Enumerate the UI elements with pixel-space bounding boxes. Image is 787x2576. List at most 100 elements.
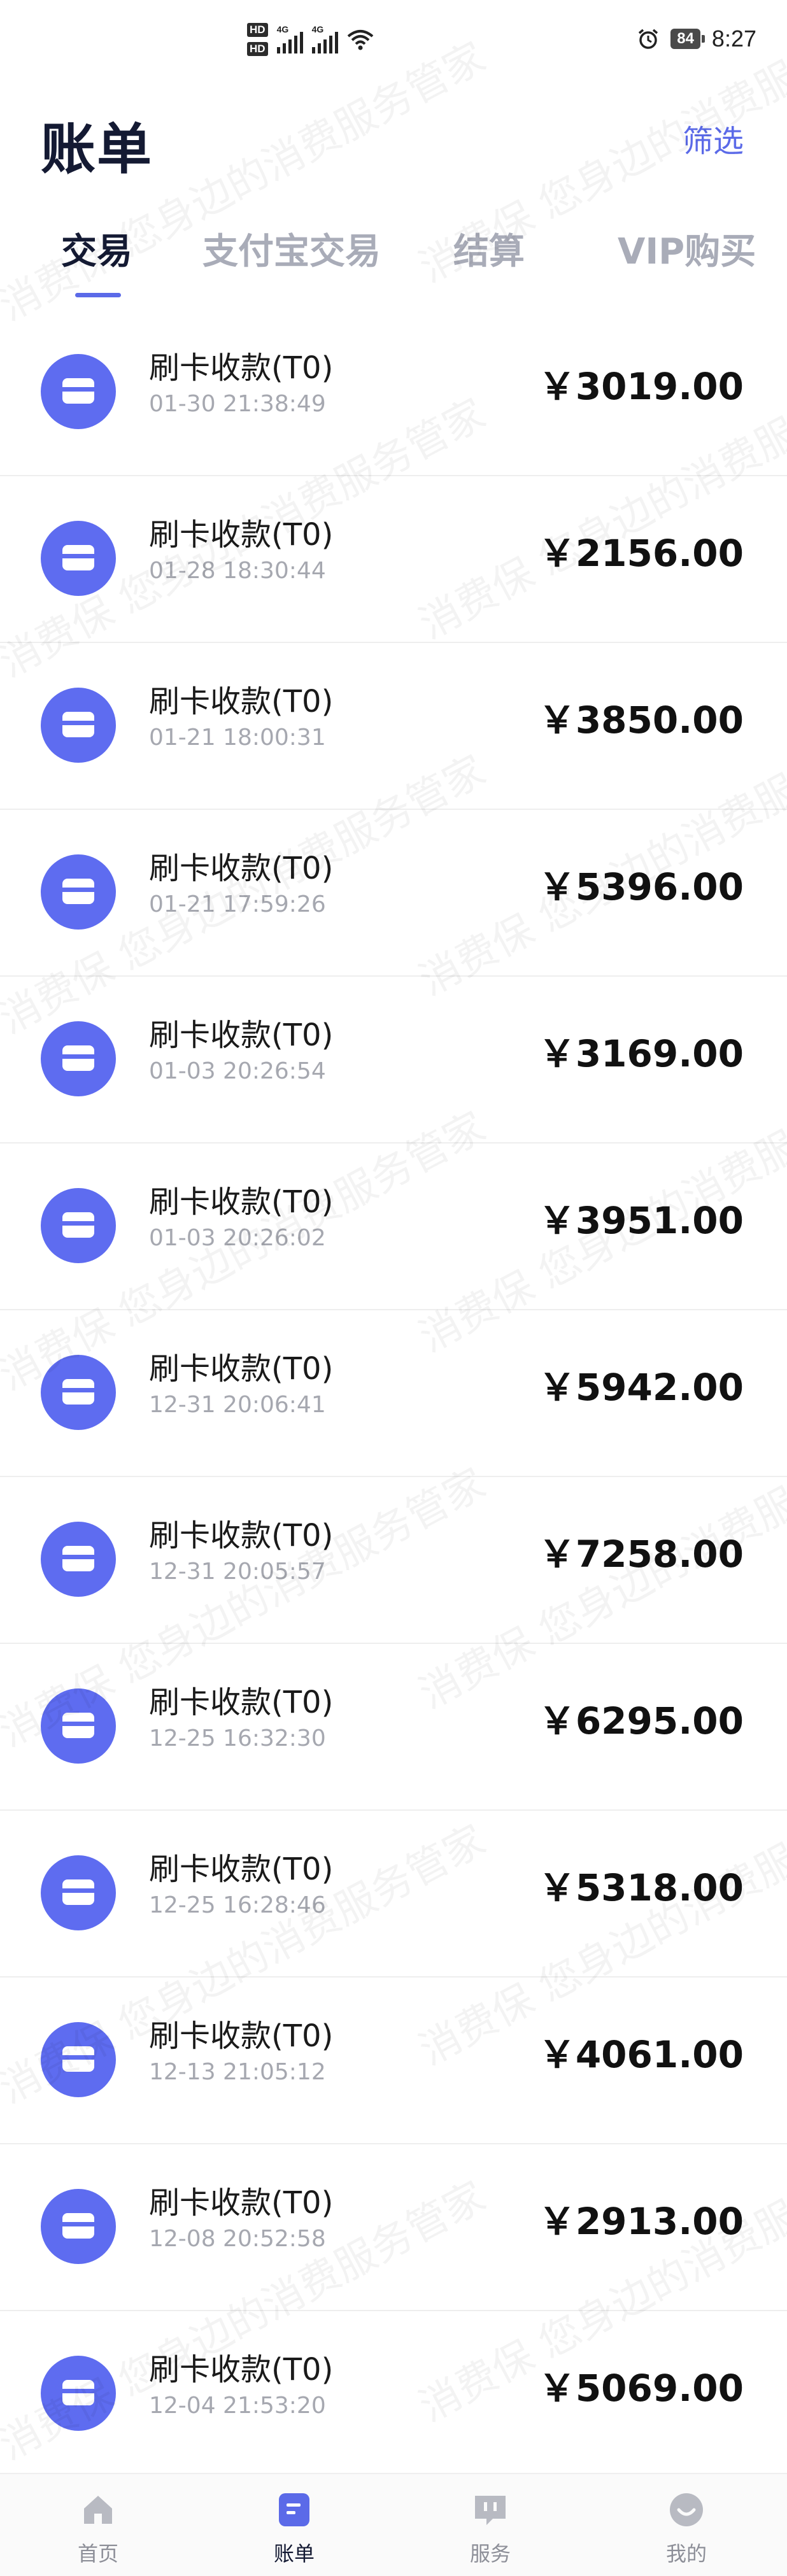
card-payment-icon	[41, 854, 116, 930]
nav-service[interactable]: 服务	[439, 2491, 541, 2567]
nav-profile[interactable]: 我的	[635, 2491, 737, 2567]
transaction-title: 刷卡收款(T0)	[149, 2352, 334, 2388]
transaction-time: 01-03 20:26:02	[149, 1225, 326, 1251]
tab-bar: 交易 支付宝交易 结算 VIP购买	[0, 223, 787, 299]
bottom-nav: 首页 账单 服务 我的	[0, 2473, 787, 2576]
battery-indicator: 84	[670, 29, 705, 49]
card-payment-icon	[41, 1522, 116, 1597]
transaction-amount: ￥5069.00	[538, 2367, 744, 2410]
card-payment-icon	[41, 2189, 116, 2264]
hd-badge: HD	[247, 42, 268, 56]
transaction-amount: ￥2913.00	[538, 2200, 744, 2243]
card-payment-icon	[41, 1855, 116, 1930]
transaction-title: 刷卡收款(T0)	[149, 851, 334, 886]
card-payment-icon	[41, 521, 116, 596]
status-bar: HD HD 4G 4G 84 8:27	[0, 0, 787, 89]
transaction-title: 刷卡收款(T0)	[149, 350, 334, 386]
transaction-row[interactable]: 刷卡收款(T0) 01-28 18:30:44 ￥2156.00	[0, 476, 787, 643]
nav-label: 账单	[273, 2542, 315, 2566]
transaction-title: 刷卡收款(T0)	[149, 1184, 334, 1220]
card-payment-icon	[41, 1188, 116, 1263]
transaction-time: 12-04 21:53:20	[149, 2393, 326, 2419]
hd-badge: HD	[247, 23, 268, 37]
network-indicators: HD HD 4G 4G	[247, 23, 374, 56]
transaction-time: 12-31 20:06:41	[149, 1392, 326, 1418]
network-type-label: 4G	[276, 24, 289, 34]
transaction-title: 刷卡收款(T0)	[149, 517, 334, 553]
transaction-amount: ￥5396.00	[538, 865, 744, 909]
card-payment-icon	[41, 1021, 116, 1096]
transaction-row[interactable]: 刷卡收款(T0) 01-03 20:26:02 ￥3951.00	[0, 1143, 787, 1310]
transaction-row[interactable]: 刷卡收款(T0) 01-30 21:38:49 ￥3019.00	[0, 309, 787, 476]
transaction-amount: ￥6295.00	[538, 1699, 744, 1743]
card-payment-icon	[41, 354, 116, 429]
nav-home[interactable]: 首页	[47, 2491, 149, 2567]
transaction-time: 01-21 17:59:26	[149, 891, 326, 917]
nav-bill[interactable]: 账单	[243, 2491, 345, 2567]
transaction-title: 刷卡收款(T0)	[149, 1351, 334, 1387]
transaction-amount: ￥3850.00	[538, 698, 744, 742]
transaction-row[interactable]: 刷卡收款(T0) 12-31 20:05:57 ￥7258.00	[0, 1477, 787, 1644]
transaction-time: 12-13 21:05:12	[149, 2059, 326, 2085]
transaction-time: 12-08 20:52:58	[149, 2226, 326, 2252]
card-payment-icon	[41, 1355, 116, 1430]
transaction-title: 刷卡收款(T0)	[149, 1685, 334, 1720]
alarm-icon	[639, 29, 658, 49]
home-icon	[84, 2496, 112, 2524]
transaction-amount: ￥5942.00	[538, 1366, 744, 1409]
signal-icon: 4G	[311, 24, 338, 53]
transaction-amount: ￥3169.00	[538, 1032, 744, 1075]
transaction-row[interactable]: 刷卡收款(T0) 01-21 17:59:26 ￥5396.00	[0, 810, 787, 977]
transaction-time: 01-03 20:26:54	[149, 1058, 326, 1084]
clock: 8:27	[711, 25, 756, 52]
transaction-title: 刷卡收款(T0)	[149, 684, 334, 719]
transaction-amount: ￥3019.00	[538, 365, 744, 408]
page-title: 账单	[41, 118, 153, 181]
filter-button[interactable]: 筛选	[683, 116, 744, 160]
transaction-title: 刷卡收款(T0)	[149, 1518, 334, 1553]
transaction-row[interactable]: 刷卡收款(T0) 01-03 20:26:54 ￥3169.00	[0, 977, 787, 1143]
transaction-title: 刷卡收款(T0)	[149, 1851, 334, 1887]
card-payment-icon	[41, 2356, 116, 2431]
transaction-time: 01-28 18:30:44	[149, 558, 326, 584]
active-tab-indicator	[75, 293, 121, 297]
transaction-time: 12-25 16:32:30	[149, 1725, 326, 1752]
tab-alipay-transactions[interactable]: 支付宝交易	[202, 223, 381, 274]
transaction-time: 01-21 18:00:31	[149, 725, 326, 751]
transaction-row[interactable]: 刷卡收款(T0) 12-31 20:06:41 ￥5942.00	[0, 1310, 787, 1477]
transaction-title: 刷卡收款(T0)	[149, 2018, 334, 2054]
transaction-time: 12-31 20:05:57	[149, 1559, 326, 1585]
transaction-amount: ￥5318.00	[538, 1866, 744, 1909]
card-payment-icon	[41, 1688, 116, 1764]
tab-settlement[interactable]: 结算	[453, 223, 525, 274]
transaction-row[interactable]: 刷卡收款(T0) 12-04 21:53:20 ￥5069.00	[0, 2311, 787, 2478]
transaction-row[interactable]: 刷卡收款(T0) 12-13 21:05:12 ￥4061.00	[0, 1978, 787, 2144]
bill-icon	[279, 2493, 309, 2526]
service-icon	[475, 2496, 506, 2525]
status-right: 84 8:27	[637, 25, 756, 52]
transaction-time: 01-30 21:38:49	[149, 391, 326, 417]
transaction-time: 12-25 16:28:46	[149, 1892, 326, 1918]
transaction-row[interactable]: 刷卡收款(T0) 12-25 16:32:30 ￥6295.00	[0, 1644, 787, 1811]
transaction-amount: ￥7258.00	[538, 1532, 744, 1576]
network-type-label: 4G	[311, 24, 324, 34]
nav-label: 服务	[469, 2542, 511, 2566]
transaction-row[interactable]: 刷卡收款(T0) 12-25 16:28:46 ￥5318.00	[0, 1811, 787, 1978]
transaction-title: 刷卡收款(T0)	[149, 2185, 334, 2221]
transaction-amount: ￥4061.00	[538, 2033, 744, 2076]
card-payment-icon	[41, 2022, 116, 2097]
hd-badges: HD HD	[247, 23, 268, 56]
tab-vip-purchase[interactable]: VIP购买	[618, 223, 756, 274]
transaction-row[interactable]: 刷卡收款(T0) 12-08 20:52:58 ￥2913.00	[0, 2144, 787, 2311]
nav-label: 我的	[665, 2542, 707, 2566]
transaction-amount: ￥3951.00	[538, 1199, 744, 1242]
card-payment-icon	[41, 688, 116, 763]
transaction-amount: ￥2156.00	[538, 532, 744, 575]
profile-icon	[670, 2493, 703, 2526]
transaction-row[interactable]: 刷卡收款(T0) 01-21 18:00:31 ￥3850.00	[0, 643, 787, 810]
tab-transactions[interactable]: 交易	[61, 223, 132, 274]
transaction-list: 刷卡收款(T0) 01-30 21:38:49 ￥3019.00 刷卡收款(T0) 01…	[0, 309, 787, 2478]
wifi-icon	[347, 30, 373, 50]
signal-icon: 4G	[276, 24, 303, 53]
transaction-title: 刷卡收款(T0)	[149, 1017, 334, 1053]
